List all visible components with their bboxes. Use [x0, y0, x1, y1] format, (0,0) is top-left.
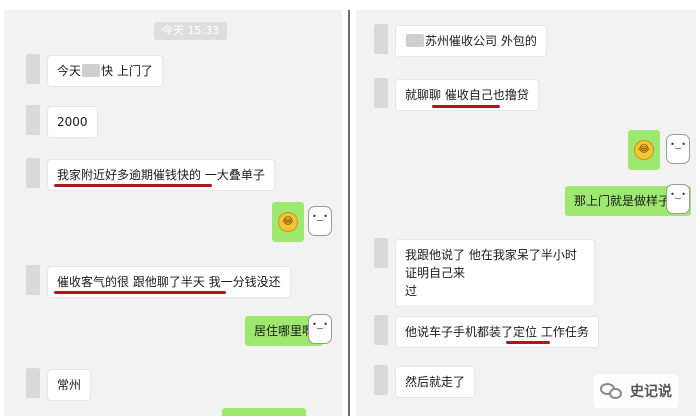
- redacted-name: [82, 64, 101, 77]
- avatar: [26, 158, 40, 188]
- meme-avatar-icon: •‿•: [666, 134, 690, 164]
- red-underline: [54, 184, 212, 187]
- message-bubble[interactable]: 今天快 上门了: [48, 56, 162, 86]
- watermark: 史记说: [594, 374, 678, 408]
- message-bubble-outgoing-partial[interactable]: [222, 408, 306, 416]
- red-underline: [506, 341, 550, 344]
- message-bubble[interactable]: 2000: [48, 107, 97, 137]
- avatar: [26, 54, 40, 84]
- left-chat-screenshot: 今天 15:33 今天快 上门了 2000 我家附近好多逾期催钱快的 一大叠单子…: [4, 10, 342, 416]
- avatar: [26, 105, 40, 135]
- wechat-icon: [600, 381, 624, 401]
- avatar: [374, 365, 388, 395]
- avatar: [374, 315, 388, 345]
- timestamp: 今天 15:33: [154, 22, 228, 40]
- message-bubble[interactable]: 常州: [48, 370, 91, 400]
- avatar: [374, 24, 388, 54]
- message-bubble[interactable]: 然后就走了: [396, 367, 475, 397]
- watermark-label: 史记说: [630, 384, 672, 400]
- avatar: [26, 368, 40, 398]
- message-bubble[interactable]: 苏州催收公司 外包的: [396, 26, 546, 56]
- meme-avatar-icon: •‿•: [666, 184, 690, 214]
- message-bubble[interactable]: 我跟他说了 他在我家呆了半小时 证明自己来过: [396, 240, 594, 306]
- emoji-message[interactable]: 😂: [272, 202, 304, 242]
- emoji-message[interactable]: 😂: [628, 130, 660, 170]
- message-bubble[interactable]: 他说车子手机都装了定位 工作任务: [396, 317, 598, 347]
- avatar: [374, 238, 388, 268]
- meme-avatar-icon: •‿•: [308, 206, 332, 236]
- red-underline: [432, 105, 500, 108]
- avatar: [374, 78, 388, 108]
- laughing-face-icon: 😂: [634, 140, 654, 160]
- panel-divider: [348, 10, 350, 416]
- redacted-name: [406, 34, 424, 47]
- avatar: [26, 265, 40, 295]
- red-underline: [54, 291, 226, 294]
- laughing-face-icon: 😂: [278, 212, 298, 232]
- right-chat-screenshot: 苏州催收公司 外包的 就聊聊 催收自己也撸贷 😂 •‿• 那上门就是做样子咯 •…: [356, 10, 696, 416]
- meme-avatar-icon: •‿•: [308, 314, 332, 344]
